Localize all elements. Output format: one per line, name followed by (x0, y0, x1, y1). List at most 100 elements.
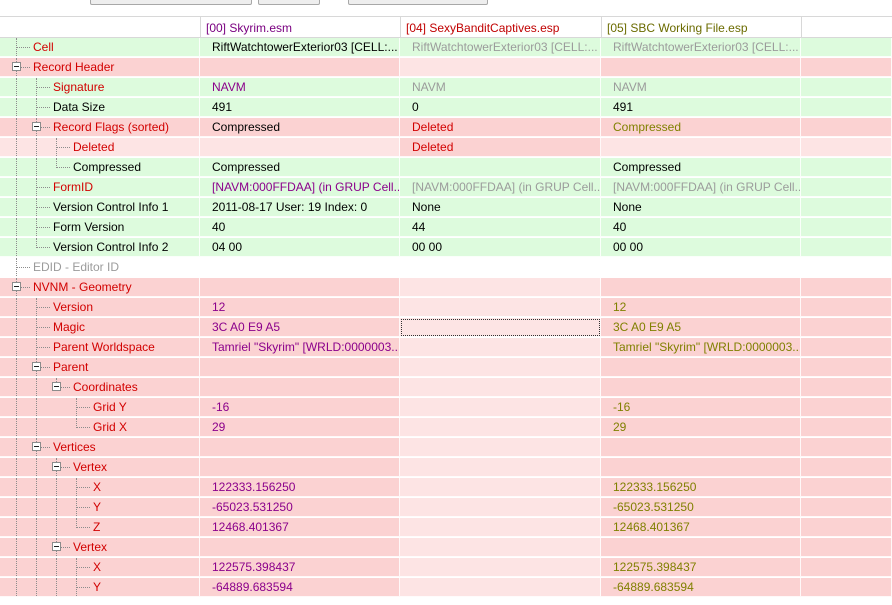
value-cell-1[interactable]: 04 00 (200, 238, 400, 257)
row-name-cell[interactable]: Y (0, 498, 200, 517)
tree-row-y[interactable]: Y -65023.531250 -65023.531250 (0, 498, 892, 518)
toolbar-control-right[interactable] (348, 0, 488, 5)
value-cell-2[interactable]: None (400, 198, 601, 217)
value-cell-1[interactable]: Compressed (200, 118, 400, 137)
tree-row-vertex[interactable]: Vertex (0, 538, 892, 558)
tree-row-version[interactable]: Version 12 12 (0, 298, 892, 318)
value-cell-1[interactable]: 12468.401367 (200, 518, 400, 537)
value-cell-3[interactable]: 40 (601, 218, 801, 237)
row-name-cell[interactable]: Grid Y (0, 398, 200, 417)
row-name-cell[interactable]: Vertex (0, 458, 200, 477)
value-cell-1[interactable] (200, 138, 400, 157)
row-name-cell[interactable]: Magic (0, 318, 200, 337)
record-tree-grid[interactable]: Cell RiftWatchtowerExterior03 [CELL:... Ri… (0, 38, 892, 605)
row-name-cell[interactable]: Data Size (0, 98, 200, 117)
value-cell-2[interactable]: [NAVM:000FFDAA] (in GRUP Cell... (400, 178, 601, 197)
value-cell-1[interactable]: -64889.683594 (200, 578, 400, 597)
collapse-icon[interactable] (52, 382, 61, 391)
value-cell-2[interactable] (400, 538, 601, 557)
value-cell-2[interactable] (400, 378, 601, 397)
value-cell-3[interactable]: Compressed (601, 158, 801, 177)
value-cell-3[interactable] (601, 458, 801, 477)
value-cell-2[interactable] (400, 578, 601, 597)
value-cell-3[interactable] (601, 258, 801, 277)
row-name-cell[interactable]: EDID - Editor ID (0, 258, 200, 277)
value-cell-3[interactable] (601, 378, 801, 397)
value-cell-3[interactable] (601, 438, 801, 457)
tree-row-x[interactable]: X 122333.156250 122333.156250 (0, 478, 892, 498)
row-name-cell[interactable]: Version Control Info 2 (0, 238, 200, 257)
value-cell-3[interactable] (601, 538, 801, 557)
tree-row-parent-worldspace[interactable]: Parent Worldspace Tamriel "Skyrim" [WRLD:… (0, 338, 892, 358)
value-cell-3[interactable]: 29 (601, 418, 801, 437)
row-name-cell[interactable]: X (0, 558, 200, 577)
row-name-cell[interactable]: Parent Worldspace (0, 338, 200, 357)
value-cell-1[interactable]: 40 (200, 218, 400, 237)
row-name-cell[interactable]: Vertex (0, 538, 200, 557)
value-cell-1[interactable] (200, 258, 400, 277)
value-cell-2[interactable] (400, 438, 601, 457)
value-cell-2[interactable] (400, 458, 601, 477)
row-name-cell[interactable]: NVNM - Geometry (0, 278, 200, 297)
value-cell-3[interactable]: None (601, 198, 801, 217)
tree-row-version-control-info-1[interactable]: Version Control Info 1 2011-08-17 User: 1… (0, 198, 892, 218)
collapse-icon[interactable] (52, 462, 61, 471)
value-cell-3[interactable]: -16 (601, 398, 801, 417)
toolbar-control-mid[interactable] (258, 0, 320, 5)
row-name-cell[interactable]: FormID (0, 178, 200, 197)
tree-row-nvnm-geometry[interactable]: NVNM - Geometry (0, 278, 892, 298)
tree-row-grid-y[interactable]: Grid Y -16 -16 (0, 398, 892, 418)
tree-row-cell[interactable]: Cell RiftWatchtowerExterior03 [CELL:... Ri… (0, 38, 892, 58)
value-cell-2[interactable] (400, 398, 601, 417)
value-cell-1[interactable]: 2011-08-17 User: 19 Index: 0 (200, 198, 400, 217)
value-cell-3[interactable]: Tamriel "Skyrim" [WRLD:0000003... (601, 338, 801, 357)
tree-row-parent[interactable]: Parent (0, 358, 892, 378)
tree-row-grid-x[interactable]: Grid X 29 29 (0, 418, 892, 438)
value-cell-1[interactable] (200, 458, 400, 477)
row-name-cell[interactable]: Z (0, 518, 200, 537)
value-cell-3[interactable]: 12 (601, 298, 801, 317)
value-cell-2[interactable]: Deleted (400, 118, 601, 137)
tree-row-vertices[interactable]: Vertices (0, 438, 892, 458)
tree-row-y[interactable]: Y -64889.683594 -64889.683594 (0, 578, 892, 598)
value-cell-3[interactable] (601, 358, 801, 377)
row-name-cell[interactable]: Parent (0, 358, 200, 377)
value-cell-3[interactable]: 122333.156250 (601, 478, 801, 497)
collapse-icon[interactable] (32, 442, 41, 451)
value-cell-1[interactable]: 3C A0 E9 A5 (200, 318, 400, 337)
value-cell-2[interactable] (400, 58, 601, 77)
value-cell-1[interactable] (200, 538, 400, 557)
collapse-icon[interactable] (32, 362, 41, 371)
value-cell-1[interactable] (200, 278, 400, 297)
tree-row-signature[interactable]: Signature NAVM NAVM NAVM (0, 78, 892, 98)
tree-row-formid[interactable]: FormID [NAVM:000FFDAA] (in GRUP Cell... [N… (0, 178, 892, 198)
column-header-2[interactable]: [04] SexyBanditCaptives.esp (400, 17, 601, 37)
collapse-icon[interactable] (12, 282, 21, 291)
value-cell-2[interactable]: 00 00 (400, 238, 601, 257)
value-cell-3[interactable]: -65023.531250 (601, 498, 801, 517)
value-cell-3[interactable]: 122575.398437 (601, 558, 801, 577)
tree-row-record-header[interactable]: Record Header (0, 58, 892, 78)
row-name-cell[interactable]: Signature (0, 78, 200, 97)
value-cell-1[interactable]: [NAVM:000FFDAA] (in GRUP Cell... (200, 178, 400, 197)
value-cell-1[interactable]: 122575.398437 (200, 558, 400, 577)
row-name-cell[interactable]: Coordinates (0, 378, 200, 397)
tree-row-coordinates[interactable]: Coordinates (0, 378, 892, 398)
value-cell-2[interactable] (400, 158, 601, 177)
tree-row-form-version[interactable]: Form Version 40 44 40 (0, 218, 892, 238)
tree-row-magic[interactable]: Magic 3C A0 E9 A5 3C A0 E9 A5 (0, 318, 892, 338)
value-cell-2[interactable] (400, 558, 601, 577)
value-cell-2[interactable] (400, 258, 601, 277)
row-name-cell[interactable]: Version (0, 298, 200, 317)
value-cell-1[interactable]: 12 (200, 298, 400, 317)
value-cell-2[interactable]: Deleted (400, 138, 601, 157)
value-cell-2[interactable] (400, 498, 601, 517)
value-cell-1[interactable]: -65023.531250 (200, 498, 400, 517)
tree-row-compressed[interactable]: Compressed Compressed Compressed (0, 158, 892, 178)
value-cell-1[interactable]: 29 (200, 418, 400, 437)
value-cell-3[interactable]: [NAVM:000FFDAA] (in GRUP Cell... (601, 178, 801, 197)
value-cell-2[interactable] (400, 358, 601, 377)
row-name-cell[interactable]: Form Version (0, 218, 200, 237)
row-name-cell[interactable]: Deleted (0, 138, 200, 157)
value-cell-3[interactable] (601, 278, 801, 297)
